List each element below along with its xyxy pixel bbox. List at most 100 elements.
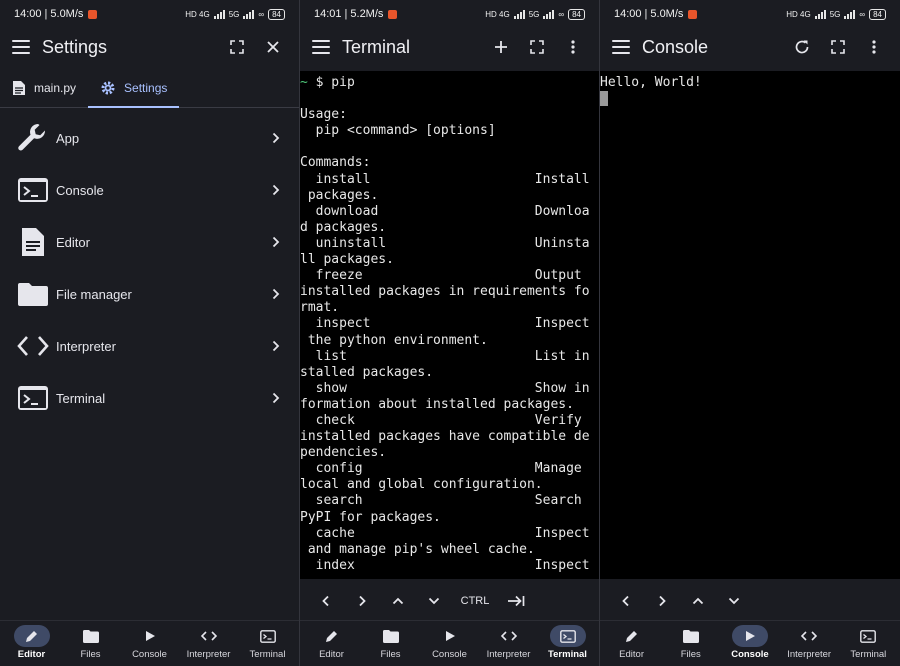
- arrow-right-key[interactable]: [344, 586, 380, 616]
- nav-interpreter[interactable]: Interpreter: [484, 625, 534, 666]
- nav-editor[interactable]: Editor: [7, 625, 57, 666]
- play-icon: [745, 631, 755, 641]
- terminal-line: cache Inspect: [300, 525, 590, 541]
- nav-console[interactable]: Console: [725, 625, 775, 666]
- terminal-line: PyPI for packages.: [300, 509, 441, 525]
- plus-icon[interactable]: [487, 33, 515, 61]
- terminal-line: rmat.: [300, 300, 340, 316]
- link-icon: ∞: [258, 9, 265, 19]
- nav-console[interactable]: Console: [425, 625, 475, 666]
- nav-label: Console: [731, 649, 769, 660]
- battery-icon: 84: [869, 8, 886, 20]
- document-icon: [16, 225, 50, 259]
- more-vert-icon[interactable]: [559, 33, 587, 61]
- more-vert-icon[interactable]: [860, 33, 888, 61]
- gear-icon: [101, 81, 115, 94]
- nav-editor[interactable]: Editor: [607, 625, 657, 666]
- chevron-right-icon: [269, 288, 283, 300]
- nav-console[interactable]: Console: [125, 625, 175, 666]
- terminal-line: index Inspect: [300, 557, 590, 573]
- nav-terminal[interactable]: Terminal: [843, 625, 893, 666]
- settings-item-app[interactable]: App: [0, 112, 299, 164]
- settings-item-interpreter[interactable]: Interpreter: [0, 320, 299, 372]
- page-title: Terminal: [342, 36, 411, 57]
- tab-settings[interactable]: Settings: [88, 68, 180, 108]
- arrow-left-key[interactable]: [308, 586, 344, 616]
- terminal-command: $ pip: [307, 75, 355, 90]
- app-bar: Settings: [0, 28, 299, 66]
- prompt-tilde: ~: [300, 75, 308, 90]
- bottom-navigation: Editor Files Console Interpreter Termina…: [0, 620, 299, 666]
- nav-files[interactable]: Files: [66, 625, 116, 666]
- terminal-line: show Show in: [300, 380, 590, 396]
- arrow-up-key[interactable]: [680, 586, 716, 616]
- terminal-line: Usage:: [300, 107, 347, 123]
- console-line: Hello, World!: [600, 75, 702, 90]
- console-output[interactable]: Hello, World!: [600, 71, 900, 579]
- text-cursor: [600, 91, 608, 106]
- refresh-icon[interactable]: [788, 33, 816, 61]
- chevron-right-icon: [269, 132, 283, 144]
- bottom-navigation: Editor Files Console Interpreter Termina…: [600, 620, 900, 666]
- nav-interpreter[interactable]: Interpreter: [184, 625, 234, 666]
- fullscreen-icon[interactable]: [824, 33, 852, 61]
- nav-terminal[interactable]: Terminal: [543, 625, 593, 666]
- notification-icon: [88, 9, 98, 19]
- terminal-icon: [860, 629, 877, 643]
- terminal-line: Commands:: [300, 155, 371, 171]
- terminal-line: stalled packages.: [300, 364, 434, 380]
- arrow-down-key[interactable]: [416, 586, 452, 616]
- signal-icon: [513, 9, 525, 19]
- console-screen: 14:00 | 5.0M/s HD 4G 5G ∞ 84 Console Hel…: [600, 0, 900, 666]
- file-icon: [13, 80, 25, 95]
- close-icon[interactable]: [259, 33, 287, 61]
- status-bar: 14:00 | 5.0M/s HD 4G 5G ∞ 84: [0, 0, 299, 28]
- fullscreen-icon[interactable]: [223, 33, 251, 61]
- arrow-left-key[interactable]: [608, 586, 644, 616]
- notification-icon: [388, 9, 398, 19]
- link-icon: ∞: [859, 9, 866, 19]
- arrow-down-key[interactable]: [716, 586, 752, 616]
- link-icon: ∞: [558, 9, 565, 19]
- status-speed: 5.2M/s: [350, 8, 384, 20]
- tab-key-icon[interactable]: [498, 586, 534, 616]
- extra-keys-bar: CTRL: [300, 582, 599, 620]
- ctrl-key[interactable]: CTRL: [452, 586, 498, 616]
- terminal-icon: [259, 629, 276, 643]
- nav-label: Editor: [17, 649, 46, 660]
- settings-item-console[interactable]: Console: [0, 164, 299, 216]
- nav-label: Interpreter: [186, 649, 231, 660]
- fullscreen-icon[interactable]: [523, 33, 551, 61]
- settings-item-label: File manager: [56, 286, 132, 302]
- terminal-line: uninstall Uninsta: [300, 235, 590, 251]
- page-title: Settings: [42, 36, 108, 57]
- network-label: HD 4G: [485, 9, 510, 19]
- menu-icon[interactable]: [12, 40, 30, 54]
- folder-icon: [16, 277, 50, 311]
- settings-item-editor[interactable]: Editor: [0, 216, 299, 268]
- nav-interpreter[interactable]: Interpreter: [784, 625, 834, 666]
- terminal-line: the python environment.: [300, 332, 488, 348]
- terminal-line: ll packages.: [300, 252, 394, 268]
- terminal-screen: 14:01 | 5.2M/s HD 4G 5G ∞ 84 Terminal ~ …: [300, 0, 600, 666]
- menu-icon[interactable]: [312, 40, 330, 54]
- nav-terminal[interactable]: Terminal: [243, 625, 293, 666]
- terminal-line: formation about installed packages.: [300, 396, 574, 412]
- settings-item-file-manager[interactable]: File manager: [0, 268, 299, 320]
- terminal-line: packages.: [300, 187, 379, 203]
- arrow-up-key[interactable]: [380, 586, 416, 616]
- tab-main-py[interactable]: main.py: [0, 68, 88, 107]
- menu-icon[interactable]: [612, 40, 630, 54]
- terminal-line: install Install: [300, 171, 590, 187]
- terminal-output[interactable]: ~ $ pip Usage: pip <command> [options] Com…: [300, 71, 599, 579]
- nav-files[interactable]: Files: [366, 625, 416, 666]
- nav-files[interactable]: Files: [666, 625, 716, 666]
- arrow-right-key[interactable]: [644, 586, 680, 616]
- pencil-icon: [625, 631, 637, 642]
- settings-item-terminal[interactable]: Terminal: [0, 372, 299, 424]
- nav-editor[interactable]: Editor: [307, 625, 357, 666]
- nav-label: Interpreter: [787, 649, 832, 660]
- settings-screen: 14:00 | 5.0M/s HD 4G 5G ∞ 84 Settings ma…: [0, 0, 300, 666]
- status-time: 14:01: [314, 8, 342, 20]
